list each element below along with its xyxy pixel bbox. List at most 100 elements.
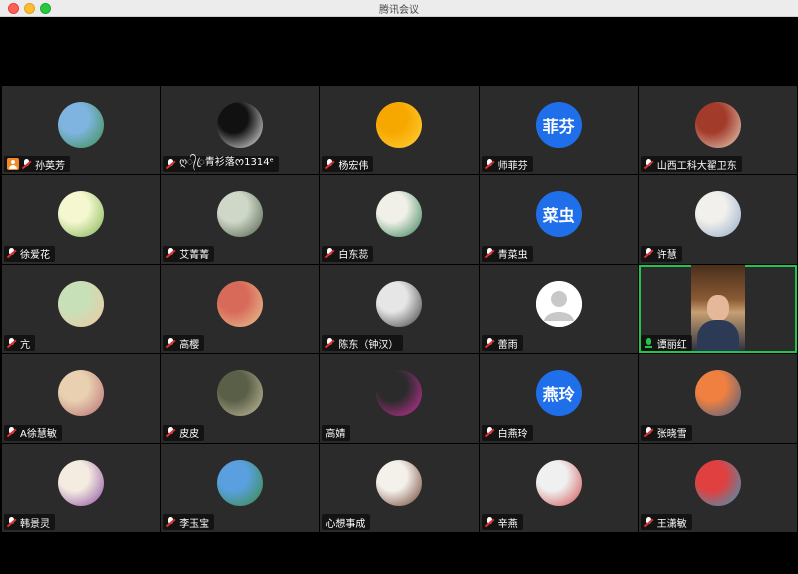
participant-tile[interactable]: 艾菁菁 (161, 175, 320, 264)
participant-nameplate: 李玉宝 (163, 514, 215, 530)
participant-nameplate: 皮皮 (163, 424, 205, 441)
mic-muted-icon (166, 248, 176, 259)
mic-muted-icon (644, 427, 654, 438)
avatar (376, 102, 423, 148)
text-avatar: 燕玲 (535, 370, 582, 417)
avatar (58, 370, 105, 417)
mic-muted-icon (7, 516, 17, 528)
participant-name: 皮皮 (179, 429, 200, 441)
avatar (217, 102, 264, 148)
avatar (694, 191, 741, 238)
avatar (694, 102, 741, 148)
participant-nameplate: A徐慧敏 (4, 424, 62, 441)
participant-name: 师菲芬 (497, 160, 528, 172)
mic-muted-icon (485, 158, 495, 170)
participant-name: 孙英芳 (35, 160, 65, 172)
mic-muted-icon (644, 516, 654, 528)
avatar (535, 459, 582, 506)
participant-tile[interactable]: 孙英芳 (2, 86, 161, 175)
participant-tile[interactable]: 王潇敏 (638, 443, 797, 532)
mic-muted-icon (485, 516, 495, 528)
participant-name: 王潇敏 (656, 518, 687, 530)
participant-tile[interactable]: 白东蕊 (320, 175, 479, 264)
participant-nameplate: 徐爱花 (4, 245, 55, 262)
participant-name: 蕾雨 (497, 339, 518, 351)
participant-nameplate: 许慧 (640, 245, 682, 262)
participant-tile[interactable]: 高婧 (320, 354, 479, 443)
participant-name: 谭丽红 (656, 339, 687, 351)
meeting-window: 腾讯会议 孙英芳 ღ᭄ꦿ青衫落ᰔ1314ᵉ 杨宏伟 菲芬 师菲芬 山西工科大翟卫东徐爱花 艾… (0, 0, 798, 574)
participant-tile[interactable]: 蕾雨 (479, 264, 638, 354)
mic-muted-icon (325, 337, 335, 349)
participant-nameplate: 谭丽红 (640, 335, 692, 352)
participant-name: 白东蕊 (338, 250, 369, 262)
participant-tile[interactable]: 徐爱花 (2, 175, 161, 264)
participant-tile[interactable]: 燕玲 白燕玲 (479, 354, 638, 443)
avatar (694, 370, 741, 417)
host-icon (7, 158, 19, 171)
participant-tile[interactable]: 韩景灵 (2, 443, 161, 532)
participant-tile[interactable]: 谭丽红 (638, 264, 797, 354)
avatar (694, 459, 741, 506)
participant-tile[interactable]: 高樱 (161, 264, 320, 354)
participant-name: 艾菁菁 (179, 250, 210, 262)
participant-nameplate: 山西工科大翟卫东 (640, 156, 742, 173)
participant-nameplate: 亢 (4, 335, 35, 352)
bottom-bar (0, 533, 798, 574)
participant-name: 白燕玲 (497, 429, 528, 441)
participant-tile[interactable]: 杨宏伟 (320, 86, 479, 175)
avatar (217, 280, 264, 327)
participant-tile[interactable]: 菲芬 师菲芬 (479, 86, 638, 175)
participant-name: 高婧 (325, 429, 346, 441)
participant-tile[interactable]: 陈东（钟汉） (320, 264, 479, 354)
mic-muted-icon (7, 427, 17, 438)
participant-tile[interactable]: 心想事成 (320, 443, 479, 532)
participant-tile[interactable]: A徐慧敏 (2, 354, 161, 443)
participant-nameplate: 白东蕊 (322, 245, 374, 262)
participant-tile[interactable]: 菜虫 青菜虫 (479, 175, 638, 264)
participant-nameplate: 白燕玲 (481, 424, 533, 441)
video-face (706, 294, 729, 321)
participant-nameplate: 蕾雨 (481, 335, 523, 352)
mic-muted-icon (166, 337, 176, 349)
participant-name: 亢 (20, 339, 30, 351)
participant-name: 高樱 (179, 339, 200, 351)
participant-nameplate: 孙英芳 (4, 156, 70, 173)
participant-tile[interactable]: 李玉宝 (161, 443, 320, 532)
mic-muted-icon (485, 427, 495, 438)
mic-muted-icon (325, 248, 335, 259)
text-avatar: 菜虫 (535, 191, 582, 238)
participant-nameplate: 王潇敏 (640, 514, 692, 530)
participant-tile[interactable]: 皮皮 (161, 354, 320, 443)
participant-tile[interactable]: 张晓雪 (638, 354, 797, 443)
participant-name: 徐爱花 (20, 250, 50, 262)
participant-grid: 孙英芳 ღ᭄ꦿ青衫落ᰔ1314ᵉ 杨宏伟 菲芬 师菲芬 山西工科大翟卫东徐爱花 艾菁菁 白东蕊… (2, 86, 797, 532)
participant-tile[interactable]: 许慧 (638, 175, 797, 264)
default-user-avatar-icon (535, 280, 582, 327)
participant-name: 许慧 (656, 250, 677, 262)
mic-muted-icon (22, 158, 32, 170)
participant-tile[interactable]: ღ᭄ꦿ青衫落ᰔ1314ᵉ (161, 86, 320, 175)
participant-nameplate: 师菲芬 (481, 156, 533, 173)
mic-muted-icon (485, 337, 495, 349)
avatar (58, 191, 105, 238)
participant-name: 青菜虫 (497, 250, 528, 262)
participant-nameplate: 张晓雪 (640, 424, 692, 441)
avatar (58, 459, 105, 506)
mic-muted-icon (166, 158, 176, 170)
participant-tile[interactable]: 辛燕 (479, 443, 638, 532)
participant-video (690, 264, 745, 351)
title-bar[interactable]: 腾讯会议 (0, 0, 798, 17)
participant-nameplate: 高樱 (163, 335, 205, 352)
avatar (376, 280, 423, 327)
avatar (217, 191, 264, 238)
mic-muted-icon (7, 248, 17, 259)
participant-nameplate: ღ᭄ꦿ青衫落ᰔ1314ᵉ (163, 156, 279, 173)
participant-tile[interactable]: 山西工科大翟卫东 (638, 86, 797, 175)
avatar (376, 370, 423, 417)
window-title: 腾讯会议 (379, 5, 419, 16)
participant-tile[interactable]: 亢 (2, 264, 161, 354)
participant-name: 张晓雪 (656, 429, 687, 441)
mic-muted-icon (644, 248, 654, 259)
avatar (58, 280, 105, 327)
